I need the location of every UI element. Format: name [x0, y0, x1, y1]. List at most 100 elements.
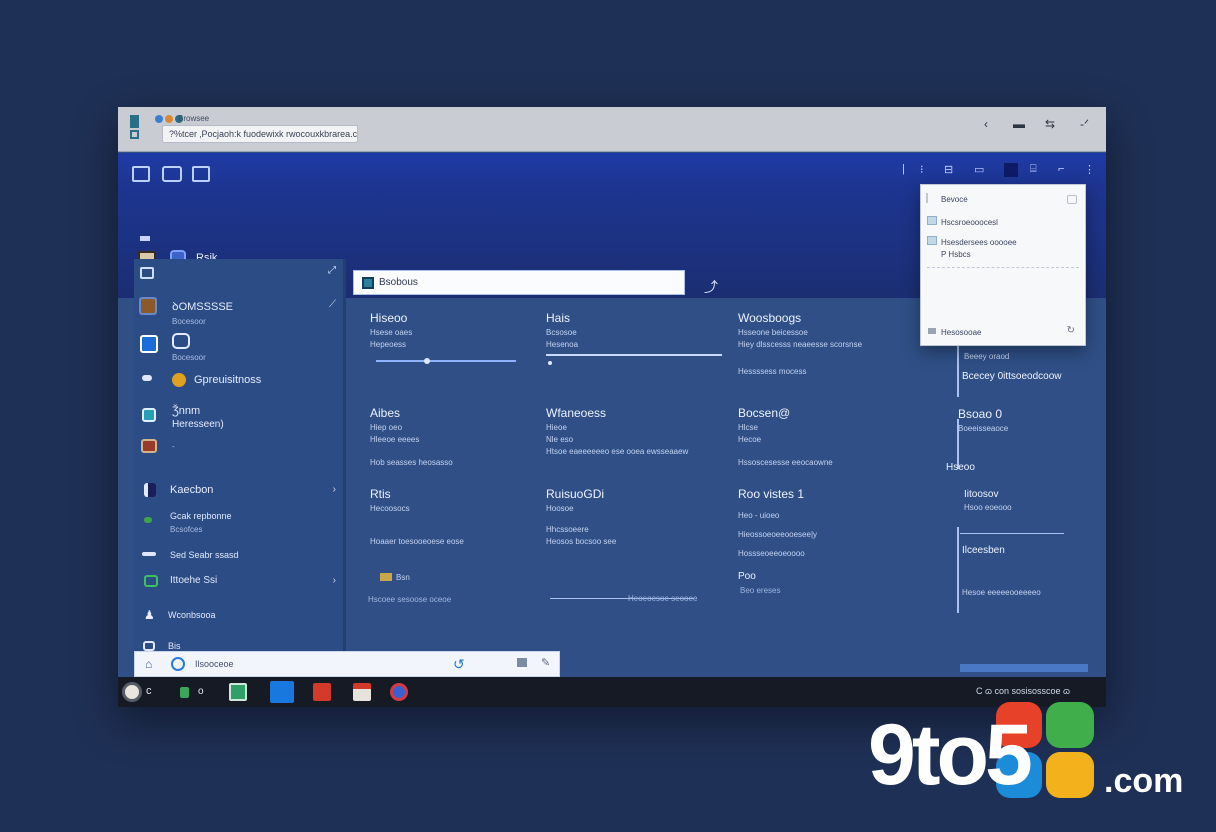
sidebar-item[interactable]: ♟ Wconbsooa [134, 607, 344, 627]
pen-icon[interactable]: ✎ [541, 656, 550, 669]
expand-icon[interactable]: ⤢ [328, 265, 336, 276]
user-icon: ⌂ [145, 657, 153, 671]
cortana-icon[interactable]: ↺ [453, 656, 465, 673]
settings-card[interactable]: Bsoao 0 Boeeisseaoce [958, 407, 1008, 433]
pin-icon[interactable]: ⟋ [329, 299, 336, 310]
doc-icon[interactable]: ⌸ [1030, 163, 1037, 176]
sidebar-item[interactable]: ꝺOMSSSSE Bocesoor ⟋ [134, 295, 344, 327]
file-icon [927, 236, 937, 245]
card-line: Hesenoa [546, 340, 579, 349]
folder-icon [143, 641, 155, 651]
edge-icon[interactable] [270, 681, 294, 703]
close-icon[interactable]: -ᐟ [1080, 117, 1089, 131]
card-line: Hssoscesesse eeocaowne [738, 458, 833, 467]
bookmark-icon[interactable]: ⌐ [1058, 163, 1064, 175]
cursor-icon[interactable] [132, 166, 150, 182]
sidebar-item[interactable]: - [134, 439, 344, 459]
calendar-icon[interactable] [353, 683, 371, 701]
taskview-icon[interactable]: o [198, 686, 208, 698]
card-title: Woosboogs [738, 311, 802, 325]
slider-handle[interactable] [424, 358, 430, 364]
browser-icon [171, 657, 185, 671]
pin-icon[interactable]: ⤴ [704, 277, 718, 297]
settings-card[interactable]: Woosboogs Hsseone beicessoe Hiey dlssces… [738, 311, 862, 376]
start-icon[interactable] [122, 682, 142, 702]
menu-icon[interactable]: ▬ [1013, 117, 1025, 131]
card-title: Rtis [370, 487, 391, 501]
sidebar-item[interactable]: Ǯnnm Heresseen) [134, 405, 344, 435]
card-line: Nle eso [546, 435, 574, 444]
sidebar-item-label: Gcak repbonne [170, 511, 232, 521]
watermark-suffix: .com [1104, 762, 1184, 800]
dropdown-item[interactable]: Hscsroeooocesl [941, 218, 998, 227]
refresh-icon[interactable]: ↻ [1067, 325, 1075, 336]
card-title[interactable]: Bcecey 0ittsoeodcoow [962, 371, 1062, 382]
card-line: Hob seasses heosasso [370, 458, 453, 467]
card-line: Hsoo eoeooo [964, 503, 1012, 512]
settings-card[interactable]: Wfaneoess Hieoe Nle eso Htsoe eaeeeeeeo … [546, 406, 688, 456]
footer-line: Heoeoesoe seooee [628, 594, 698, 603]
monitor-icon [144, 575, 158, 587]
card-line: Hlcse [738, 423, 759, 432]
chevron-right-icon[interactable]: › [333, 484, 336, 495]
settings-card[interactable]: RuisuoGDi Hoosoe Hhcssoeere Heosos bocso… [546, 487, 616, 546]
settings-card[interactable]: Bocsen@ Hlcse Hecoe Hssoscesesse eeocaow… [738, 406, 833, 467]
settings-card[interactable]: Hais Bcsosoe Hesenoa [546, 311, 578, 349]
sheets-icon[interactable] [229, 683, 247, 701]
bottom-search-bar[interactable]: ⌂ Ilsooceoe ↺ ✎ [134, 651, 560, 677]
slider-track[interactable] [376, 360, 516, 362]
settings-card[interactable]: Aibes Hiep oeo Hleeoe eeees Hob seasses … [370, 406, 453, 467]
card-icon[interactable]: ▭ [974, 163, 984, 176]
swap-icon[interactable]: ⇆ [1045, 117, 1055, 131]
menu-icon[interactable] [140, 236, 150, 241]
sidebar-item-label: Ǯnnm [172, 405, 201, 417]
tab-title[interactable]: Browsee [178, 114, 209, 123]
search-icon[interactable]: c [146, 685, 156, 697]
settings-card[interactable]: Iitoosov Hsoo eoeooo [964, 489, 1012, 512]
address-bar[interactable]: ?%tcer ‚Pocjaoh:k fuodewixk rwocouxk‍bra… [162, 125, 358, 143]
settings-card[interactable]: Roo vistes 1 Heo - uioeo Hieossoeoeeooes… [738, 487, 817, 558]
inbox-icon[interactable]: ⊟ [944, 163, 953, 176]
sidebar-item[interactable]: Gcak repbonne Bcsofces [134, 509, 344, 539]
search-input[interactable]: Bsobous [353, 270, 685, 295]
card-title[interactable]: Ilceesben [962, 545, 1005, 556]
sidebar-item[interactable]: Bocesoor [134, 333, 344, 363]
clipboard-icon[interactable] [192, 166, 210, 182]
card-line: Beeey oraod [964, 352, 1010, 361]
bottom-search-text: Ilsooceoe [195, 659, 234, 669]
card-line: Hsseone beicessoe [738, 328, 808, 337]
card-line: Hleeoe eeees [370, 435, 420, 444]
app-icon [140, 335, 158, 353]
card-line: Hossseoeeoeoooo [738, 549, 805, 558]
dropdown-footer[interactable]: Hesosooae [941, 328, 981, 337]
list-icon[interactable]: ⁝ [920, 163, 924, 176]
card-line: Heosos bocsoo see [546, 537, 617, 546]
chrome-icon[interactable] [390, 683, 408, 701]
scrollbar[interactable] [960, 664, 1088, 672]
sidebar-item[interactable]: Sed Seabr ssasd [134, 547, 344, 567]
store-icon[interactable] [313, 683, 331, 701]
dropdown-item[interactable]: Hsesdersees ooooee [941, 238, 1017, 247]
app-icon[interactable] [180, 687, 189, 698]
checkbox-icon[interactable] [1067, 195, 1077, 204]
sidebar-item[interactable]: Gpreuisitnoss [134, 371, 344, 393]
refresh-icon [172, 333, 190, 349]
card-line: Boeeisseaoce [958, 424, 1009, 433]
system-tray[interactable]: C ɷ con sosisosscoe ɷ [976, 686, 1070, 696]
chat-icon[interactable] [162, 166, 182, 182]
card-line: Heo - uioeo [738, 511, 780, 520]
settings-card[interactable]: Rtis Hecoosocs Hoaaer toesooeoese eose [370, 487, 464, 546]
sidebar-item-expandable[interactable]: Kaecbon › [134, 481, 344, 503]
chevron-right-icon[interactable]: › [333, 575, 336, 586]
back-icon[interactable]: ‹ [984, 117, 988, 131]
sidebar-item-label: ꝺOMSSSSE [172, 301, 233, 313]
sidebar-item-expandable[interactable]: Ittoehe Ssi › [134, 573, 344, 595]
chat-icon[interactable] [517, 658, 527, 667]
profile-icon[interactable] [1004, 163, 1018, 177]
settings-card[interactable]: Hiseoo Hsese oaes Hepeoess [370, 311, 412, 349]
sidebar-item-label: Ittoehe Ssi [170, 575, 218, 586]
more-icon[interactable]: ⋮ [1084, 163, 1095, 176]
tag-icon [380, 573, 392, 581]
tab-icon [130, 130, 139, 139]
bookmark-icon [144, 483, 156, 497]
